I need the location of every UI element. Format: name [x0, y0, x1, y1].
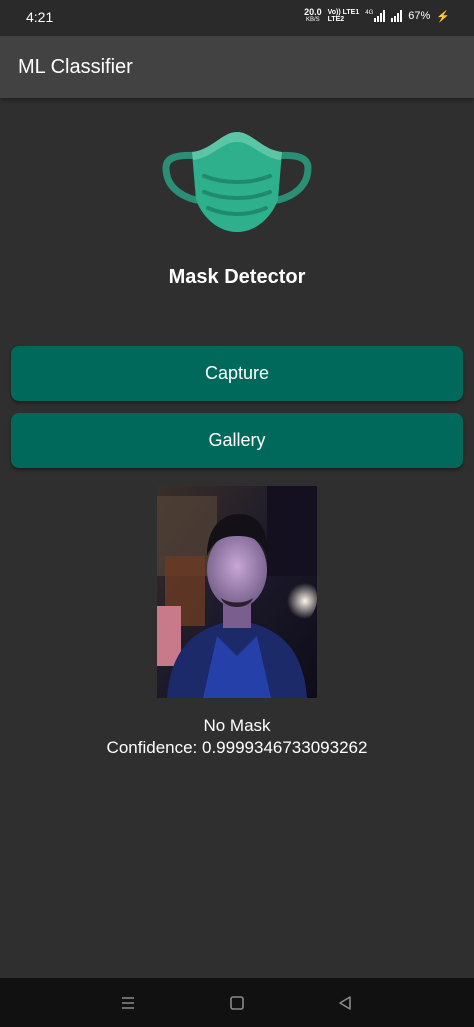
page-title: Mask Detector — [168, 266, 306, 288]
signal-icon-sim1: 4G — [365, 10, 386, 22]
network-type: 4G — [365, 10, 374, 16]
back-icon[interactable] — [334, 992, 356, 1014]
network-speed: 20.0 KB/S — [304, 8, 322, 24]
gallery-button[interactable]: Gallery — [11, 413, 463, 468]
menu-icon[interactable] — [117, 992, 139, 1014]
status-bar: 4:21 20.0 KB/S Vo)) LTE1 LTE2 4G 67% ⚡ — [0, 0, 474, 36]
volte-line2: LTE2 — [327, 16, 345, 23]
battery-percentage: 67% — [408, 10, 431, 22]
network-speed-value: 20.0 — [304, 7, 322, 17]
volte-indicator: Vo)) LTE1 LTE2 — [328, 9, 360, 23]
face-mask-icon — [162, 132, 312, 232]
result-label: No Mask — [203, 716, 271, 735]
signal-icon-sim2 — [391, 10, 403, 22]
home-icon[interactable] — [226, 992, 248, 1014]
selected-photo — [157, 486, 317, 698]
charging-icon: ⚡ — [436, 10, 450, 23]
status-icons: 20.0 KB/S Vo)) LTE1 LTE2 4G 67% ⚡ — [304, 8, 450, 24]
capture-button[interactable]: Capture — [11, 346, 463, 401]
network-speed-unit: KB/S — [306, 17, 320, 23]
confidence-text: Confidence: 0.9999346733093262 — [106, 738, 368, 757]
app-bar: ML Classifier — [0, 36, 474, 98]
app-title: ML Classifier — [18, 56, 133, 78]
status-time: 4:21 — [26, 9, 54, 25]
volte-line1: Vo)) LTE1 — [327, 9, 360, 16]
navigation-bar — [0, 978, 474, 1027]
